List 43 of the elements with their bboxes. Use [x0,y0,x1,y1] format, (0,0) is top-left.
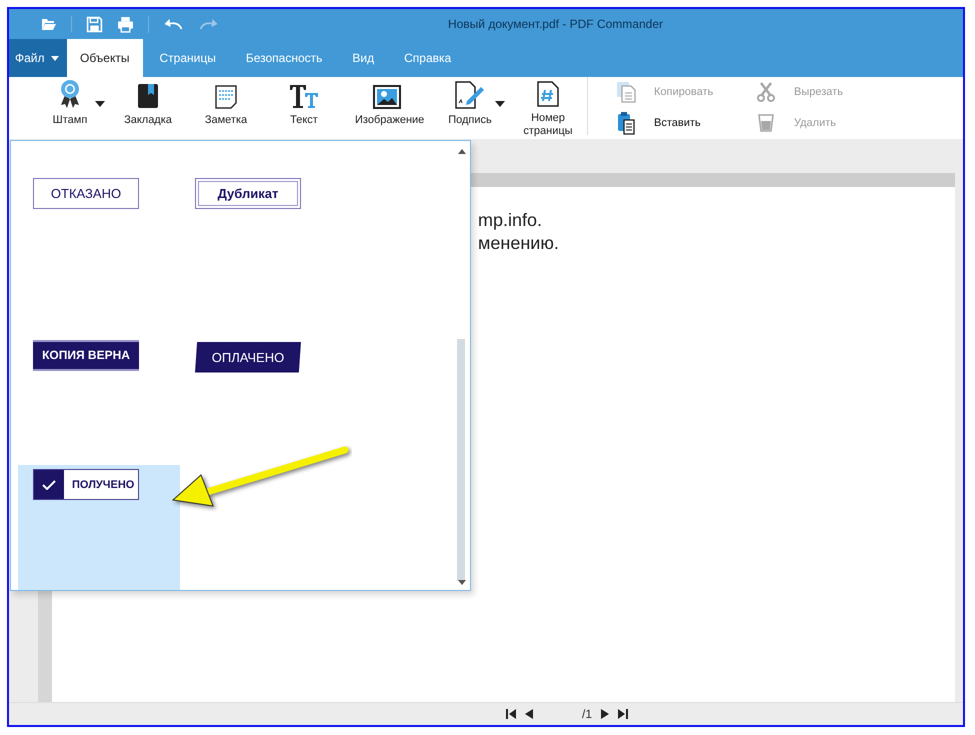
signature-pen-icon [455,81,485,109]
hash-page-icon [537,81,559,107]
ribbon-tool-button[interactable]: Заметка [187,81,265,135]
scissors-icon [757,82,775,102]
stamp-preview[interactable]: ОПЛАЧЕНО [195,342,301,372]
stamp-preview[interactable]: ОТКАЗАНО [33,178,139,208]
next-page-icon[interactable] [601,709,610,719]
scrollbar-thumb[interactable] [457,339,465,581]
window-title: Новый документ.pdf - PDF Commander [448,17,663,31]
trash-bin-icon [758,114,774,132]
check-icon [42,480,56,490]
stamp-preview[interactable]: ПОЛУЧЕНО [33,469,139,500]
last-page-icon[interactable] [618,709,628,719]
stamp-preview[interactable]: Дубликат [195,178,301,208]
scroll-up-icon[interactable] [458,149,466,154]
edit-action-button[interactable]: Вставить [616,111,756,135]
page-count: /1 [582,707,592,721]
undo-icon[interactable] [163,17,184,31]
book-icon [137,83,159,109]
ribbon-tool-button[interactable]: Номер страницы [509,81,587,135]
first-page-icon[interactable] [506,709,516,719]
stamp-option-highlight[interactable]: ПОЛУЧЕНО [18,465,180,590]
folder-icon[interactable] [41,16,57,32]
stamp-preview[interactable]: КОПИЯ ВЕРНА [33,340,139,370]
text-format-icon [289,83,319,109]
caret-icon[interactable] [495,101,505,107]
previous-page-icon[interactable] [525,709,533,719]
note-icon [215,85,237,109]
print-icon[interactable] [117,16,134,32]
document-text: mp.info. [478,209,542,232]
caret-icon[interactable] [95,101,105,107]
ribbon-tab[interactable]: Объекты [67,39,142,77]
ribbon-tool-button[interactable]: Текст [265,81,343,135]
ribbon-tool-button[interactable]: Закладка [109,81,187,135]
ribbon-tool-button[interactable]: Изображение [343,81,431,135]
save-icon[interactable] [86,16,103,32]
ribbon-tool-button[interactable]: Подпись [431,81,509,135]
copy-icon [616,81,636,103]
clipboard-icon [617,111,635,135]
document-text: менению. [478,232,559,255]
image-icon [373,85,401,109]
file-menu-button[interactable]: Файл [9,39,67,77]
ribbon-tool-button[interactable]: Штамп [31,81,109,135]
